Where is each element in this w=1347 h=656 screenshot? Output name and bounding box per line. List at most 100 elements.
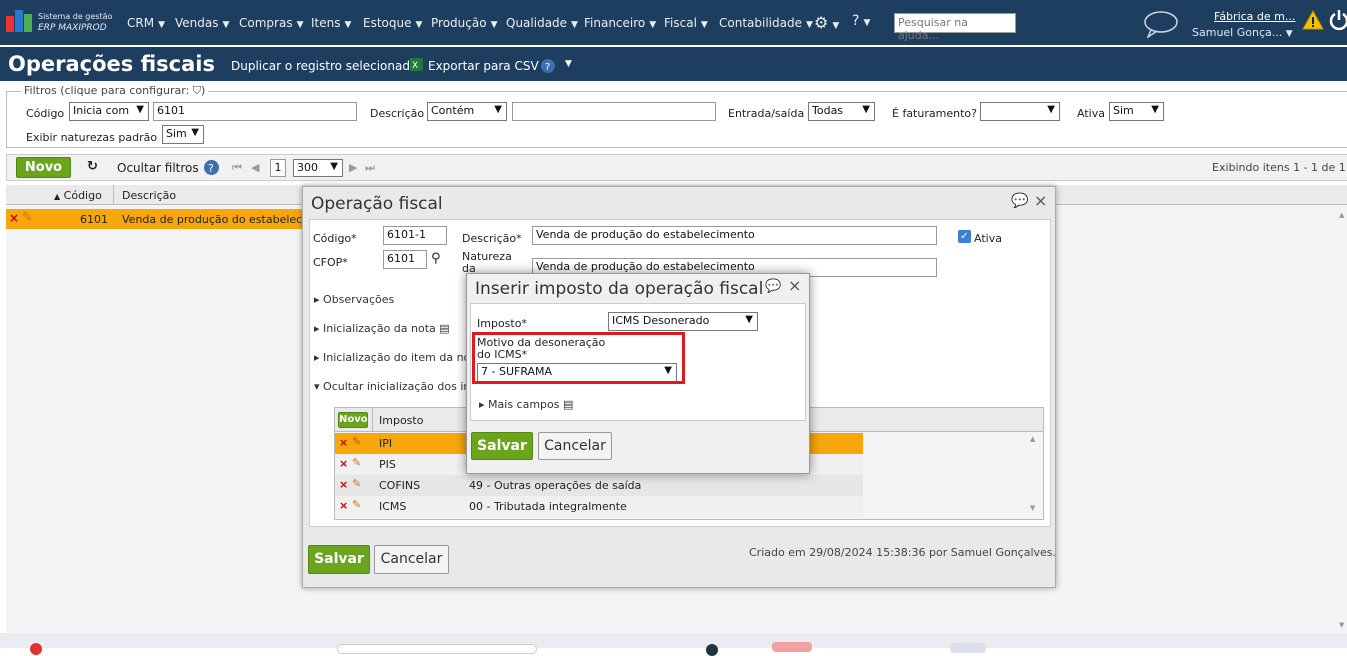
user-name: Samuel Gonça... — [1192, 26, 1283, 39]
scroll-down-icon[interactable]: ▼ — [1030, 504, 1035, 512]
duplicate-record-link[interactable]: Duplicar o registro selecionado — [231, 59, 417, 73]
new-button[interactable]: Novo — [16, 157, 71, 178]
edit-pencil-icon[interactable]: ✎ — [352, 477, 361, 490]
power-icon[interactable] — [1329, 8, 1347, 35]
help-circle-icon[interactable]: ? — [540, 58, 556, 77]
edit-pencil-icon[interactable]: ✎ — [352, 456, 361, 469]
scroll-up-icon[interactable]: ▲ — [1339, 211, 1344, 219]
menu-itens[interactable]: Itens ▼ — [311, 16, 351, 30]
scroll-down-icon[interactable]: ▼ — [1339, 621, 1344, 629]
last-page-icon[interactable]: ⏭ — [365, 161, 375, 175]
filter-codigo-mode-select[interactable]: Inicia com ▼ — [69, 102, 149, 121]
company-link[interactable]: Fábrica de m... — [1214, 10, 1295, 23]
caret-down-icon: ▼ — [344, 20, 352, 30]
cancel-button[interactable]: Cancelar — [374, 545, 449, 574]
taskbar-search[interactable] — [337, 644, 537, 654]
comment-icon[interactable]: 💬 — [1011, 193, 1028, 209]
menu-financeiro[interactable]: Financeiro ▼ — [584, 16, 656, 30]
descricao-input[interactable]: Venda de produção do estabelecimento — [532, 226, 937, 245]
subgrid-new-button[interactable]: Novo — [338, 412, 368, 428]
filter-codigo-input[interactable]: 6101 — [153, 102, 357, 121]
help-icon[interactable]: ? ▼ — [852, 13, 870, 29]
warning-icon[interactable] — [1302, 9, 1324, 33]
help-search-input[interactable]: Pesquisar na ajuda... — [894, 13, 1016, 42]
column-label: Código — [63, 189, 102, 202]
dialog-title: Inserir imposto da operação fiscal — [475, 279, 764, 299]
filters-legend[interactable]: Filtros (clique para configurar: ⛉) — [21, 84, 209, 98]
filter-icon[interactable]: ⛉ — [193, 84, 201, 97]
cancel-button[interactable]: Cancelar — [538, 432, 612, 460]
comment-icon[interactable]: 💬 — [765, 279, 781, 294]
section-inicializacao-nota[interactable]: ▸ Inicialização da nota ▤ — [314, 322, 450, 335]
next-page-icon[interactable]: ▶ — [349, 161, 357, 174]
delete-icon[interactable]: × — [339, 478, 348, 491]
section-observacoes[interactable]: ▸ Observações — [314, 293, 394, 306]
taskbar-app-icon[interactable] — [772, 642, 812, 652]
menu-vendas[interactable]: Vendas ▼ — [175, 16, 229, 30]
menu-qualidade[interactable]: Qualidade ▼ — [506, 16, 578, 30]
descricao-label: Descrição* — [462, 232, 522, 245]
delete-icon[interactable]: × — [339, 436, 348, 449]
caret-down-icon[interactable]: ▼ — [565, 59, 572, 69]
filter-ativa-select[interactable]: Sim ▼ — [1109, 102, 1164, 121]
menu-fiscal[interactable]: Fiscal ▼ — [664, 16, 708, 30]
prev-page-icon[interactable]: ◀ — [251, 161, 259, 174]
ativa-checkbox[interactable]: ✓ — [958, 230, 971, 243]
close-icon[interactable]: × — [788, 276, 801, 295]
menu-estoque[interactable]: Estoque ▼ — [363, 16, 422, 30]
edit-pencil-icon[interactable]: ✎ — [22, 210, 33, 225]
refresh-icon[interactable]: ↻ — [87, 159, 98, 174]
export-csv-link[interactable]: Exportar para CSV — [428, 59, 539, 73]
help-circle-icon[interactable]: ? — [203, 159, 220, 179]
filter-entrada-select[interactable]: Todas ▼ — [808, 102, 875, 121]
delete-icon[interactable]: × — [339, 457, 348, 470]
imposto-select[interactable]: ICMS Desonerado ▼ — [608, 312, 758, 331]
taskbar-app-icon[interactable] — [706, 644, 718, 656]
close-icon[interactable]: × — [1034, 191, 1047, 210]
maxiprod-logo[interactable] — [6, 10, 34, 32]
save-button[interactable]: Salvar — [471, 432, 533, 460]
menu-producao[interactable]: Produção ▼ — [431, 16, 497, 30]
edit-pencil-icon[interactable]: ✎ — [352, 435, 361, 448]
filter-naturezas-select[interactable]: Sim ▼ — [162, 125, 204, 144]
chevron-down-icon: ▼ — [494, 104, 502, 115]
codigo-input[interactable]: 6101-1 — [383, 226, 447, 245]
grid-scrollbar[interactable]: ▲ ▼ — [1337, 209, 1347, 633]
search-icon[interactable]: ⚲ — [431, 251, 441, 266]
table-row[interactable]: × ✎ 6101 Venda de produção do estabeleci… — [6, 209, 316, 229]
filter-descricao-input[interactable] — [512, 102, 716, 121]
column-descricao-header[interactable]: Descrição — [122, 189, 176, 202]
filter-descricao-mode-select[interactable]: Contém ▼ — [427, 102, 507, 121]
mais-campos-toggle[interactable]: ▸ Mais campos ▤ — [479, 398, 573, 411]
menu-crm[interactable]: CRM ▼ — [127, 16, 165, 30]
chat-bubble-icon[interactable] — [1143, 10, 1179, 41]
table-row[interactable]: × ✎ ICMS 00 - Tributada integralmente — [335, 496, 863, 517]
page-number-input[interactable]: 1 — [270, 159, 286, 177]
chevron-down-icon: ▼ — [745, 314, 753, 325]
hide-filters-button[interactable]: Ocultar filtros — [117, 161, 199, 175]
brand-line-1: Sistema de gestão — [38, 12, 113, 21]
user-menu[interactable]: Samuel Gonça... ▼ — [1192, 26, 1293, 39]
row-imposto: ICMS — [379, 500, 407, 513]
taskbar-app-icon[interactable] — [30, 643, 42, 655]
column-codigo-header[interactable]: ▲ Código — [54, 189, 102, 202]
first-page-icon[interactable]: ⏮ — [232, 161, 242, 175]
select-value: Inicia com — [73, 104, 130, 117]
cfop-input[interactable]: 6101 — [383, 250, 427, 269]
subgrid-column-imposto[interactable]: Imposto — [379, 414, 423, 427]
menu-contabilidade[interactable]: Contabilidade ▼ — [719, 16, 813, 30]
save-button[interactable]: Salvar — [308, 545, 370, 574]
section-inicializacao-impostos[interactable]: ▾ Ocultar inicialização dos in — [314, 380, 470, 393]
menu-compras[interactable]: Compras ▼ — [239, 16, 304, 30]
taskbar-app-icon[interactable] — [950, 643, 986, 653]
table-row[interactable]: × ✎ COFINS 49 - Outras operações de saíd… — [335, 475, 863, 496]
edit-pencil-icon[interactable]: ✎ — [352, 498, 361, 511]
filter-faturamento-select[interactable]: ▼ — [980, 102, 1060, 121]
delete-icon[interactable]: × — [339, 499, 348, 512]
page-size-select[interactable]: 300 ▼ — [293, 159, 343, 177]
section-inicializacao-item[interactable]: ▸ Inicialização do item da nc — [314, 351, 470, 364]
select-value: Todas — [812, 104, 844, 117]
scroll-up-icon[interactable]: ▲ — [1030, 435, 1035, 443]
delete-icon[interactable]: × — [9, 211, 19, 225]
gear-icon[interactable]: ⚙ ▼ — [814, 13, 839, 32]
